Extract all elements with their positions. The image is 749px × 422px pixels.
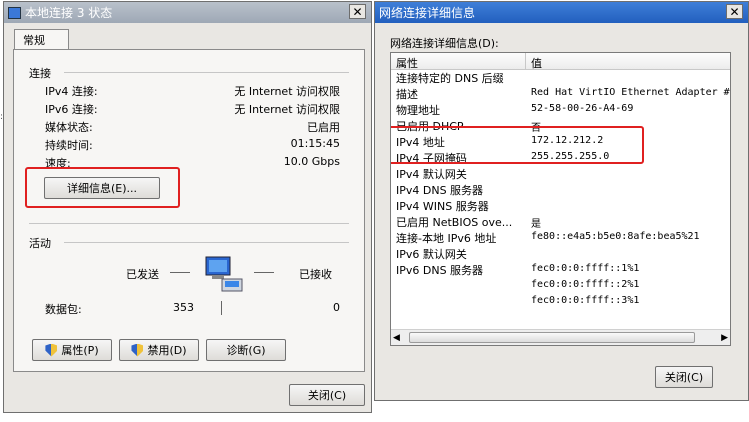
list-item-value: fe80::e4a5:b5e0:8afe:bea5%21 xyxy=(531,231,700,242)
section-divider xyxy=(29,223,349,224)
details-title: 网络连接详细信息 xyxy=(379,6,476,20)
list-item[interactable]: IPv4 默认网关 xyxy=(391,166,730,182)
list-item[interactable]: fec0:0:0:ffff::2%1 xyxy=(391,278,730,294)
list-item-property: 连接特定的 DNS 后缀 xyxy=(396,72,504,85)
diagnose-button-label: 诊断(G) xyxy=(226,344,266,357)
packets-received-value: 0 xyxy=(333,301,340,314)
tab-general[interactable]: 常规 xyxy=(14,29,69,50)
ipv4-connection-label: IPv4 连接: xyxy=(45,85,98,98)
list-item-property: 已启用 NetBIOS ove... xyxy=(396,216,513,229)
details-titlebar[interactable]: 网络连接详细信息 ✕ xyxy=(375,2,748,23)
details-list-label: 网络连接详细信息(D): xyxy=(390,37,499,50)
media-state-label: 媒体状态: xyxy=(45,121,93,134)
tab-panel: 连接 IPv4 连接: 无 Internet 访问权限 IPv6 连接: 无 I… xyxy=(13,49,365,372)
listview-header: 属性 值 xyxy=(391,53,730,70)
list-item-property: 连接-本地 IPv6 地址 xyxy=(396,232,497,245)
column-header-value[interactable]: 值 xyxy=(531,55,542,71)
list-item[interactable]: 连接-本地 IPv6 地址 fe80::e4a5:b5e0:8afe:bea5%2… xyxy=(391,230,730,246)
packets-sent-value: 353 xyxy=(173,301,194,314)
shield-icon xyxy=(131,343,144,357)
ipv6-connection-label: IPv6 连接: xyxy=(45,103,98,116)
list-item[interactable]: IPv4 DNS 服务器 xyxy=(391,182,730,198)
scroll-right-icon[interactable]: ▶ xyxy=(721,333,728,343)
list-item-property: 描述 xyxy=(396,88,418,101)
list-item[interactable]: IPv6 DNS 服务器 fec0:0:0:ffff::1%1 xyxy=(391,262,730,278)
list-item[interactable]: 描述 Red Hat VirtIO Ethernet Adapter # xyxy=(391,86,730,102)
tab-general-label: 常规 xyxy=(23,34,45,47)
horizontal-scrollbar[interactable]: ◀ ▶ xyxy=(391,329,730,345)
details-close-button[interactable]: 关闭(C) xyxy=(655,366,713,388)
list-item-property: IPv6 默认网关 xyxy=(396,248,467,261)
status-titlebar[interactable]: 本地连接 3 状态 ✕ xyxy=(4,2,371,23)
column-divider[interactable] xyxy=(525,53,526,70)
speed-value: 10.0 Gbps xyxy=(283,155,340,168)
duration-label: 持续时间: xyxy=(45,139,93,152)
status-close-button[interactable]: 关闭(C) xyxy=(289,384,365,406)
media-state-value: 已启用 xyxy=(307,121,340,134)
list-item[interactable]: 连接特定的 DNS 后缀 xyxy=(391,70,730,86)
details-close-button-label: 关闭(C) xyxy=(664,371,704,384)
status-close-button-label: 关闭(C) xyxy=(307,389,347,402)
network-icon xyxy=(8,6,21,19)
scroll-left-icon[interactable]: ◀ xyxy=(393,333,400,343)
list-item[interactable]: fec0:0:0:ffff::3%1 xyxy=(391,294,730,310)
disable-button-label: 禁用(D) xyxy=(147,344,187,357)
activity-vertical-line xyxy=(221,301,222,315)
status-window: 本地连接 3 状态 ✕ 常规 连接 IPv4 连接: 无 Internet 访问… xyxy=(3,1,372,413)
activity-group-label: 活动 xyxy=(29,237,51,250)
connection-group-line xyxy=(64,72,349,73)
ip-highlight-box xyxy=(391,126,644,164)
details-window: 网络连接详细信息 ✕ 网络连接详细信息(D): 属性 值 连接特定的 DNS 后… xyxy=(374,1,749,401)
list-item[interactable]: IPv4 WINS 服务器 xyxy=(391,198,730,214)
sent-line xyxy=(170,272,190,273)
list-item-property: IPv4 默认网关 xyxy=(396,168,467,181)
properties-button-label: 属性(P) xyxy=(61,344,99,357)
connection-group-label: 连接 xyxy=(29,67,51,80)
list-item[interactable]: 物理地址 52-58-00-26-A4-69 xyxy=(391,102,730,118)
list-item[interactable]: IPv6 默认网关 xyxy=(391,246,730,262)
scrollbar-thumb[interactable] xyxy=(409,332,695,343)
close-icon[interactable]: ✕ xyxy=(349,4,366,19)
sent-label: 已发送 xyxy=(126,268,159,281)
list-item-property: IPv4 DNS 服务器 xyxy=(396,184,484,197)
list-item-property: 物理地址 xyxy=(396,104,440,117)
list-item-value: 52-58-00-26-A4-69 xyxy=(531,103,634,114)
list-item-value: fec0:0:0:ffff::3%1 xyxy=(531,295,640,306)
duration-value: 01:15:45 xyxy=(290,137,340,150)
activity-group-line xyxy=(64,242,349,243)
list-item-value: fec0:0:0:ffff::2%1 xyxy=(531,279,640,290)
list-item-property: IPv6 DNS 服务器 xyxy=(396,264,484,277)
list-item-value: Red Hat VirtIO Ethernet Adapter # xyxy=(531,87,730,98)
column-header-property[interactable]: 属性 xyxy=(396,55,418,71)
ipv6-connection-value: 无 Internet 访问权限 xyxy=(234,103,340,116)
received-line xyxy=(254,272,274,273)
details-listview[interactable]: 属性 值 连接特定的 DNS 后缀 描述 Red Hat VirtIO Ether… xyxy=(390,52,731,346)
list-item-value: 是 xyxy=(531,219,541,230)
disable-button[interactable]: 禁用(D) xyxy=(119,339,199,361)
packets-label: 数据包: xyxy=(45,303,82,316)
list-item-value: fec0:0:0:ffff::1%1 xyxy=(531,263,640,274)
received-label: 已接收 xyxy=(299,268,332,281)
list-item-property: IPv4 WINS 服务器 xyxy=(396,200,489,213)
list-item[interactable]: 已启用 NetBIOS ove... 是 xyxy=(391,214,730,230)
status-title: 本地连接 3 状态 xyxy=(25,6,113,20)
diagnose-button[interactable]: 诊断(G) xyxy=(206,339,286,361)
details-highlight-box xyxy=(25,167,180,208)
ipv4-connection-value: 无 Internet 访问权限 xyxy=(234,85,340,98)
shield-icon xyxy=(45,343,58,357)
close-icon[interactable]: ✕ xyxy=(726,4,743,19)
properties-button[interactable]: 属性(P) xyxy=(32,339,112,361)
network-activity-icon xyxy=(202,255,248,297)
